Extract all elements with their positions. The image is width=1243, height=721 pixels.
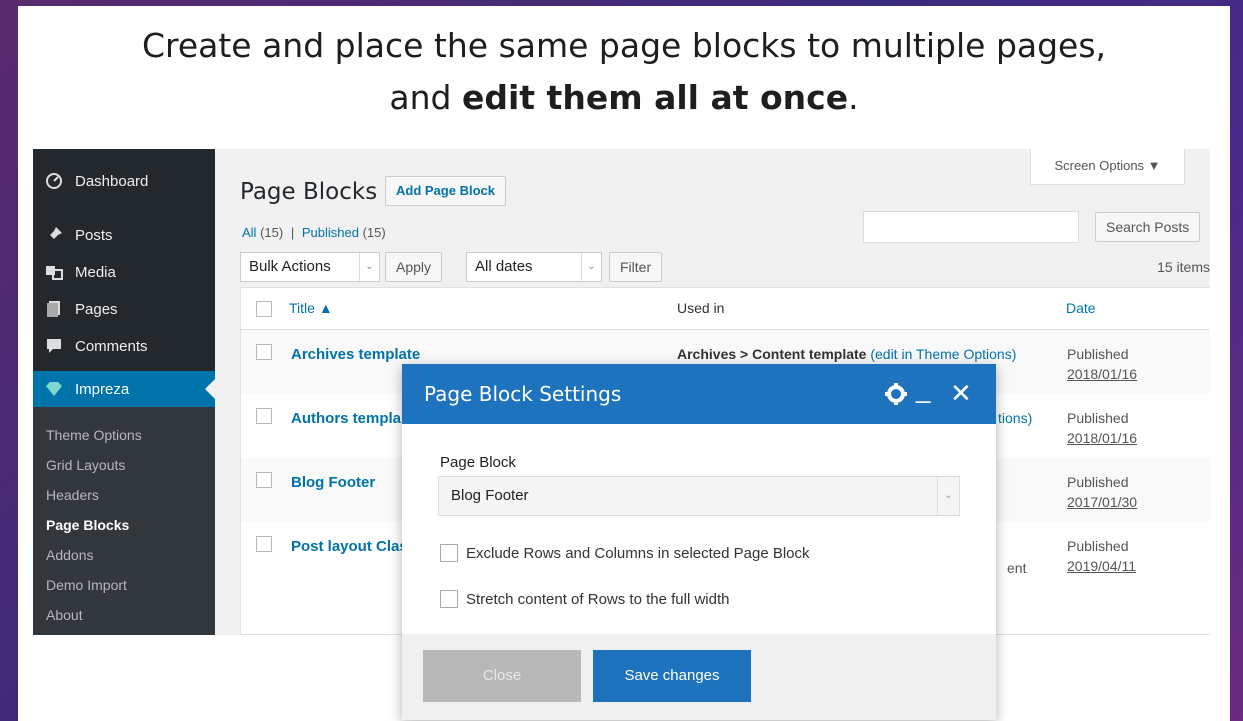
sidebar-item-label: Posts bbox=[75, 226, 113, 244]
sidebar-item-label: Dashboard bbox=[75, 172, 149, 190]
row-title-link[interactable]: Archives template bbox=[291, 346, 420, 363]
page-block-settings-dialog: Page Block Settings _ ✕ Page Block Blog … bbox=[402, 364, 996, 720]
gear-icon[interactable] bbox=[884, 378, 908, 415]
page-block-select[interactable]: Blog Footer ⌄ bbox=[438, 476, 960, 516]
row-used-in: Archives > Content template (edit in The… bbox=[677, 346, 1017, 362]
select-all-checkbox[interactable] bbox=[256, 301, 272, 317]
filter-button[interactable]: Filter bbox=[609, 252, 663, 282]
exclude-rows-checkbox[interactable] bbox=[440, 544, 458, 562]
submenu-item-theme-options[interactable]: Theme Options bbox=[46, 425, 142, 445]
exclude-rows-checkbox-row[interactable]: Exclude Rows and Columns in selected Pag… bbox=[440, 544, 810, 562]
headline-line-2: and edit them all at once. bbox=[389, 78, 859, 117]
save-changes-button[interactable]: Save changes bbox=[593, 650, 751, 702]
submenu-item-grid-layouts[interactable]: Grid Layouts bbox=[46, 455, 125, 475]
headline-line-1: Create and place the same page blocks to… bbox=[141, 26, 1107, 65]
row-used-fragment: tions) bbox=[998, 410, 1033, 426]
table-header: Title ▲ Used in Date bbox=[241, 288, 1210, 330]
items-count: 15 items bbox=[1157, 259, 1210, 275]
pages-icon bbox=[45, 300, 63, 318]
submenu-item-addons[interactable]: Addons bbox=[46, 545, 93, 565]
chevron-down-icon: ⌄ bbox=[937, 477, 959, 515]
close-button[interactable]: Close bbox=[423, 650, 581, 702]
add-page-block-button[interactable]: Add Page Block bbox=[385, 176, 506, 206]
filter-all-count: (15) bbox=[260, 225, 284, 240]
row-status: Published 2019/04/11 bbox=[1067, 538, 1137, 574]
submenu-item-about[interactable]: About bbox=[46, 605, 83, 625]
stretch-content-label: Stretch content of Rows to the full widt… bbox=[466, 590, 730, 608]
admin-sidebar: Dashboard Posts Media Pages Comments Imp… bbox=[33, 149, 215, 635]
active-indicator bbox=[205, 379, 215, 399]
row-status: Published 2017/01/30 bbox=[1067, 474, 1138, 510]
sidebar-item-media[interactable]: Media bbox=[33, 254, 215, 290]
pin-icon bbox=[45, 226, 63, 244]
search-posts-button[interactable]: Search Posts bbox=[1095, 212, 1201, 242]
dialog-title: Page Block Settings bbox=[424, 382, 622, 406]
stretch-content-checkbox-row[interactable]: Stretch content of Rows to the full widt… bbox=[440, 590, 729, 608]
row-title-link[interactable]: Blog Footer bbox=[291, 474, 375, 491]
dates-select[interactable]: All dates ⌄ bbox=[466, 252, 602, 282]
row-date: 2017/01/30 bbox=[1067, 494, 1138, 510]
row-checkbox[interactable] bbox=[256, 408, 272, 424]
chevron-down-icon: ⌄ bbox=[581, 253, 601, 281]
row-status: Published 2018/01/16 bbox=[1067, 346, 1138, 382]
media-icon bbox=[45, 263, 63, 281]
sidebar-item-label: Impreza bbox=[75, 380, 130, 398]
filter-published-link[interactable]: Published bbox=[302, 225, 359, 240]
impreza-submenu: Theme Options Grid Layouts Headers Page … bbox=[33, 407, 215, 635]
sidebar-item-label: Pages bbox=[75, 300, 118, 318]
row-date: 2018/01/16 bbox=[1067, 430, 1138, 446]
comment-icon bbox=[45, 337, 63, 355]
sidebar-item-pages[interactable]: Pages bbox=[33, 291, 215, 327]
dialog-footer: Close Save changes bbox=[402, 634, 996, 720]
sidebar-item-posts[interactable]: Posts bbox=[33, 217, 215, 253]
submenu-item-page-blocks[interactable]: Page Blocks bbox=[46, 515, 129, 535]
row-date: 2018/01/16 bbox=[1067, 366, 1138, 382]
dialog-header: Page Block Settings _ ✕ bbox=[402, 364, 996, 424]
exclude-rows-label: Exclude Rows and Columns in selected Pag… bbox=[466, 544, 810, 562]
row-checkbox[interactable] bbox=[256, 536, 272, 552]
minimize-icon[interactable]: _ bbox=[916, 374, 930, 404]
apply-button[interactable]: Apply bbox=[385, 252, 443, 282]
dashboard-icon bbox=[45, 172, 63, 190]
page-title: Page Blocks bbox=[240, 179, 378, 205]
search-input[interactable] bbox=[863, 211, 1079, 243]
row-checkbox[interactable] bbox=[256, 472, 272, 488]
close-icon[interactable]: ✕ bbox=[950, 378, 972, 408]
status-filters: All (15) | Published (15) bbox=[242, 225, 386, 240]
row-title-link[interactable]: Post layout Clas bbox=[291, 538, 408, 555]
headline: Create and place the same page blocks to… bbox=[18, 20, 1230, 124]
submenu-item-demo-import[interactable]: Demo Import bbox=[46, 575, 127, 595]
sidebar-item-comments[interactable]: Comments bbox=[33, 328, 215, 364]
column-date[interactable]: Date bbox=[1066, 300, 1096, 316]
row-status: Published 2018/01/16 bbox=[1067, 410, 1138, 446]
column-title[interactable]: Title ▲ bbox=[289, 300, 333, 316]
row-title-link[interactable]: Authors templa bbox=[291, 410, 401, 427]
diamond-icon bbox=[45, 380, 63, 398]
sidebar-item-label: Comments bbox=[75, 337, 148, 355]
sidebar-item-dashboard[interactable]: Dashboard bbox=[33, 163, 215, 199]
submenu-item-headers[interactable]: Headers bbox=[46, 485, 99, 505]
column-used-in: Used in bbox=[677, 300, 725, 316]
chevron-down-icon: ⌄ bbox=[359, 253, 379, 281]
sidebar-item-impreza[interactable]: Impreza bbox=[33, 371, 215, 407]
screen-options-button[interactable]: Screen Options ▼ bbox=[1030, 149, 1185, 185]
row-checkbox[interactable] bbox=[256, 344, 272, 360]
filter-published-count: (15) bbox=[362, 225, 386, 240]
filter-separator: | bbox=[290, 225, 295, 240]
stretch-content-checkbox[interactable] bbox=[440, 590, 458, 608]
edit-in-theme-options-link[interactable]: (edit in Theme Options) bbox=[870, 346, 1016, 362]
bulk-actions-select[interactable]: Bulk Actions ⌄ bbox=[240, 252, 380, 282]
filter-all-link[interactable]: All bbox=[242, 225, 256, 240]
row-used-fragment: ent bbox=[1007, 560, 1027, 576]
row-date: 2019/04/11 bbox=[1067, 558, 1137, 574]
sidebar-item-label: Media bbox=[75, 263, 116, 281]
page-block-label: Page Block bbox=[440, 454, 516, 471]
